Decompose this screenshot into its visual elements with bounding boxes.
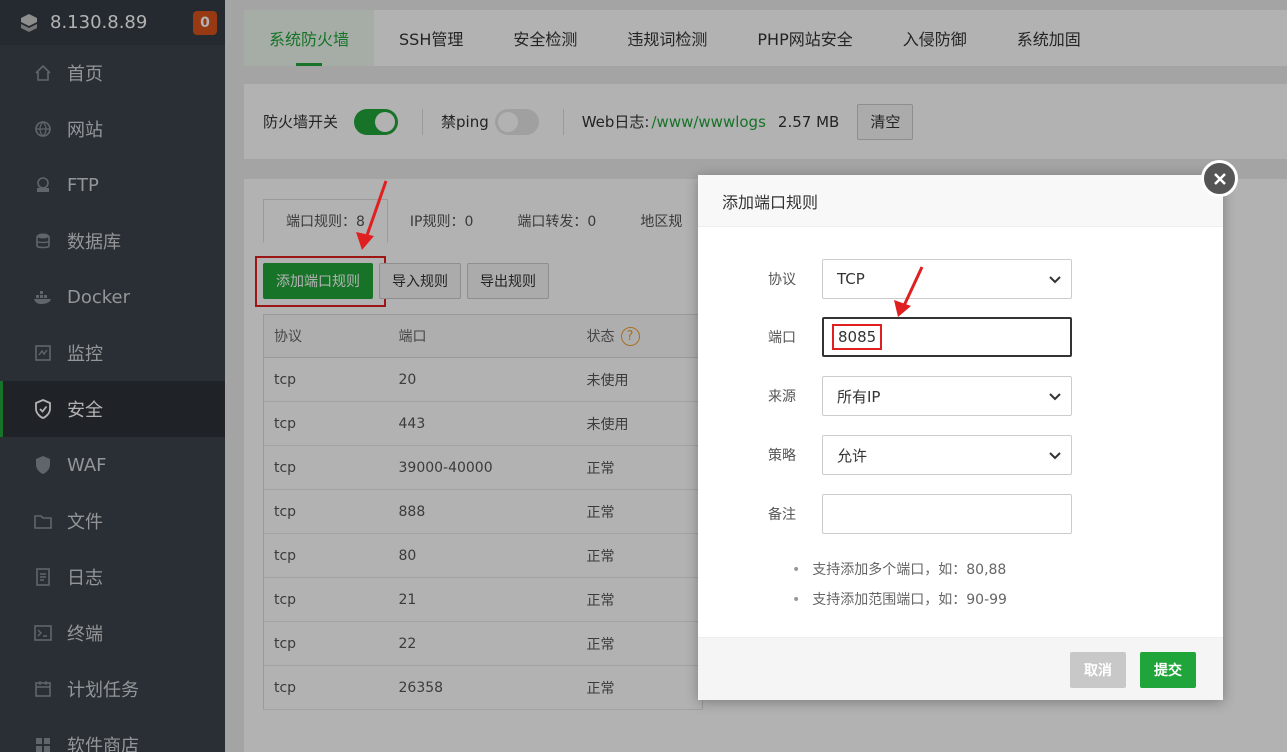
source-row: 来源 所有IP bbox=[698, 376, 1223, 416]
chevron-down-icon bbox=[1049, 446, 1061, 464]
protocol-row: 协议 TCP bbox=[698, 259, 1223, 299]
strategy-label: 策略 bbox=[768, 448, 796, 464]
protocol-label: 协议 bbox=[768, 272, 796, 288]
hint-port-range: 支持添加范围端口，如：90-99 bbox=[792, 589, 1007, 609]
port-value: 8085 bbox=[832, 324, 883, 350]
port-label: 端口 bbox=[768, 330, 796, 346]
remark-label: 备注 bbox=[768, 507, 796, 523]
add-port-rule-dialog: 添加端口规则 协议 TCP 端口 8085 来源 所有IP 策略 允许 备注 支… bbox=[698, 175, 1223, 700]
source-select[interactable]: 所有IP bbox=[822, 376, 1072, 416]
remark-input[interactable] bbox=[822, 494, 1072, 534]
strategy-row: 策略 允许 bbox=[698, 435, 1223, 475]
strategy-select[interactable]: 允许 bbox=[822, 435, 1072, 475]
cancel-button[interactable]: 取消 bbox=[1070, 652, 1126, 688]
remark-row: 备注 bbox=[698, 494, 1223, 534]
close-icon[interactable] bbox=[1201, 160, 1238, 197]
annotation-arrow-add-rule bbox=[356, 180, 388, 250]
submit-button[interactable]: 提交 bbox=[1140, 652, 1196, 688]
dialog-footer: 取消 提交 bbox=[698, 637, 1223, 700]
protocol-select[interactable]: TCP bbox=[822, 259, 1072, 299]
chevron-down-icon bbox=[1049, 270, 1061, 288]
source-label: 来源 bbox=[768, 389, 796, 405]
dialog-title: 添加端口规则 bbox=[698, 175, 1223, 227]
port-input[interactable]: 8085 bbox=[822, 317, 1072, 357]
chevron-down-icon bbox=[1049, 387, 1061, 405]
hint-multi-ports: 支持添加多个端口，如：80,88 bbox=[792, 559, 1006, 579]
port-row: 端口 8085 bbox=[698, 317, 1223, 357]
annotation-arrow-port bbox=[894, 266, 924, 317]
